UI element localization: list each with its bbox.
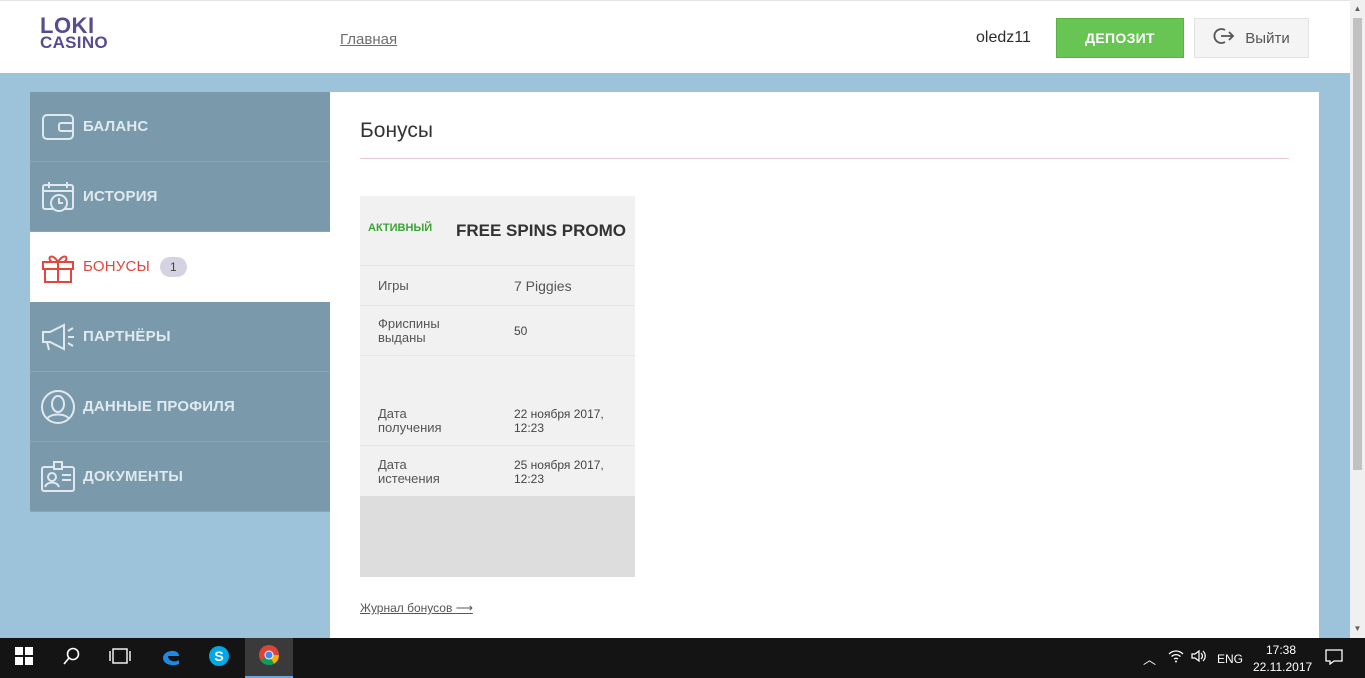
- bonus-row-expiry: Дата истечения 25 ноября 2017, 12:23: [360, 445, 635, 497]
- bonus-row-value: 25 ноября 2017, 12:23: [514, 458, 604, 486]
- bonus-row-value: 7 Piggies: [514, 278, 572, 294]
- logo-line1: LOKI: [40, 13, 95, 38]
- bonus-row-freespins: Фриспины выданы 50: [360, 305, 635, 356]
- sidebar-item-partners[interactable]: ПАРТНЁРЫ: [30, 302, 330, 372]
- skype-icon: S: [208, 645, 230, 672]
- sidebar-item-profile[interactable]: ДАННЫЕ ПРОФИЛЯ: [30, 372, 330, 442]
- volume-icon[interactable]: [1191, 649, 1207, 666]
- bonus-row-games: Игры 7 Piggies: [360, 265, 635, 306]
- svg-text:S: S: [214, 648, 223, 664]
- sidebar-item-label: ДОКУМЕНТЫ: [83, 468, 184, 485]
- deposit-button[interactable]: ДЕПОЗИТ: [1056, 18, 1184, 58]
- bonus-journal-label: Журнал бонусов: [360, 601, 453, 615]
- bonus-row-value: 22 ноября 2017, 12:23: [514, 407, 604, 435]
- bonus-card-footer: [360, 496, 635, 577]
- bonus-row-received: Дата получения 22 ноября 2017, 12:23: [360, 395, 635, 445]
- clock-time[interactable]: 17:38: [1266, 643, 1296, 657]
- logout-button[interactable]: Выйти: [1194, 18, 1309, 58]
- bonus-journal-link[interactable]: Журнал бонусов ⟶: [360, 601, 473, 615]
- windows-taskbar: S ︿ ENG 17:38 22.11.2017: [0, 638, 1365, 678]
- search-icon: [63, 647, 81, 670]
- bonus-row-key: Игры: [378, 278, 409, 293]
- bonus-count-badge: 1: [160, 256, 187, 277]
- sidebar-item-label: ИСТОРИЯ: [83, 188, 158, 205]
- bonus-status-label: АКТИВНЫЙ: [368, 222, 433, 234]
- sidebar-item-bonuses[interactable]: БОНУСЫ 1: [30, 232, 330, 302]
- scroll-down-arrow-icon[interactable]: ▼: [1350, 622, 1365, 636]
- taskbar-edge-button[interactable]: [148, 638, 194, 678]
- page-title: Бонусы: [360, 119, 433, 142]
- account-sidebar: БАЛАНС ИСТОРИЯ БОНУСЫ 1 ПАРТНЁРЫ ДАННЫЕ …: [30, 92, 330, 512]
- taskbar-search-button[interactable]: [48, 638, 96, 678]
- sidebar-item-label: БОНУСЫ: [83, 258, 151, 275]
- bonus-row-key: Фриспины выданы: [378, 316, 440, 345]
- tray-chevron-up-icon[interactable]: ︿: [1143, 649, 1156, 668]
- bonus-card: АКТИВНЫЙ FREE SPINS PROMO Игры 7 Piggies…: [360, 196, 635, 577]
- site-header: LOKI CASINO Главная oledz11 ДЕПОЗИТ Выйт…: [0, 0, 1350, 73]
- scroll-thumb[interactable]: [1353, 18, 1362, 470]
- taskbar-skype-button[interactable]: S: [196, 638, 242, 678]
- megaphone-icon: [40, 319, 76, 355]
- logout-label: Выйти: [1245, 29, 1290, 47]
- clock-date[interactable]: 22.11.2017: [1253, 660, 1312, 674]
- notification-icon[interactable]: [1325, 649, 1343, 668]
- input-language[interactable]: ENG: [1217, 652, 1243, 666]
- bonus-card-header: АКТИВНЫЙ FREE SPINS PROMO: [360, 196, 635, 256]
- bonus-name: FREE SPINS PROMO: [456, 221, 627, 240]
- gift-icon: [40, 249, 76, 285]
- arrow-right-icon: ⟶: [455, 601, 473, 615]
- start-button[interactable]: [0, 638, 48, 678]
- bonus-row-key: Дата получения: [378, 406, 442, 435]
- username: oledz11: [976, 29, 1031, 46]
- taskbar-chrome-button[interactable]: [245, 638, 293, 678]
- sidebar-item-label: ДАННЫЕ ПРОФИЛЯ: [83, 398, 235, 415]
- edge-browser-icon: [160, 645, 182, 672]
- task-view-button[interactable]: [96, 638, 144, 678]
- sidebar-item-documents[interactable]: ДОКУМЕНТЫ: [30, 442, 330, 512]
- windows-logo-icon: [15, 646, 33, 670]
- nav-home-link[interactable]: Главная: [340, 31, 397, 48]
- logo-line2: CASINO: [40, 33, 108, 52]
- title-divider: [360, 158, 1289, 159]
- chrome-icon: [258, 644, 280, 671]
- sidebar-item-label: БАЛАНС: [83, 118, 149, 135]
- bonus-row-key: Дата истечения: [378, 457, 440, 486]
- site-logo[interactable]: LOKI CASINO: [40, 13, 130, 61]
- wallet-icon: [40, 109, 76, 145]
- sidebar-item-history[interactable]: ИСТОРИЯ: [30, 162, 330, 232]
- main-panel: Бонусы АКТИВНЫЙ FREE SPINS PROMO Игры 7 …: [330, 92, 1319, 638]
- logout-icon: [1213, 27, 1235, 49]
- bonus-row-value: 50: [514, 324, 528, 338]
- id-card-icon: [40, 459, 76, 495]
- wifi-icon[interactable]: [1168, 649, 1184, 666]
- sidebar-item-label: ПАРТНЁРЫ: [83, 328, 171, 345]
- sidebar-item-balance[interactable]: БАЛАНС: [30, 92, 330, 162]
- vertical-scrollbar[interactable]: ▲ ▼: [1350, 0, 1365, 638]
- scroll-up-arrow-icon[interactable]: ▲: [1350, 2, 1365, 16]
- calendar-clock-icon: [40, 179, 76, 215]
- user-circle-icon: [40, 389, 76, 425]
- bonus-row-empty: [360, 355, 635, 396]
- task-view-icon: [109, 647, 131, 669]
